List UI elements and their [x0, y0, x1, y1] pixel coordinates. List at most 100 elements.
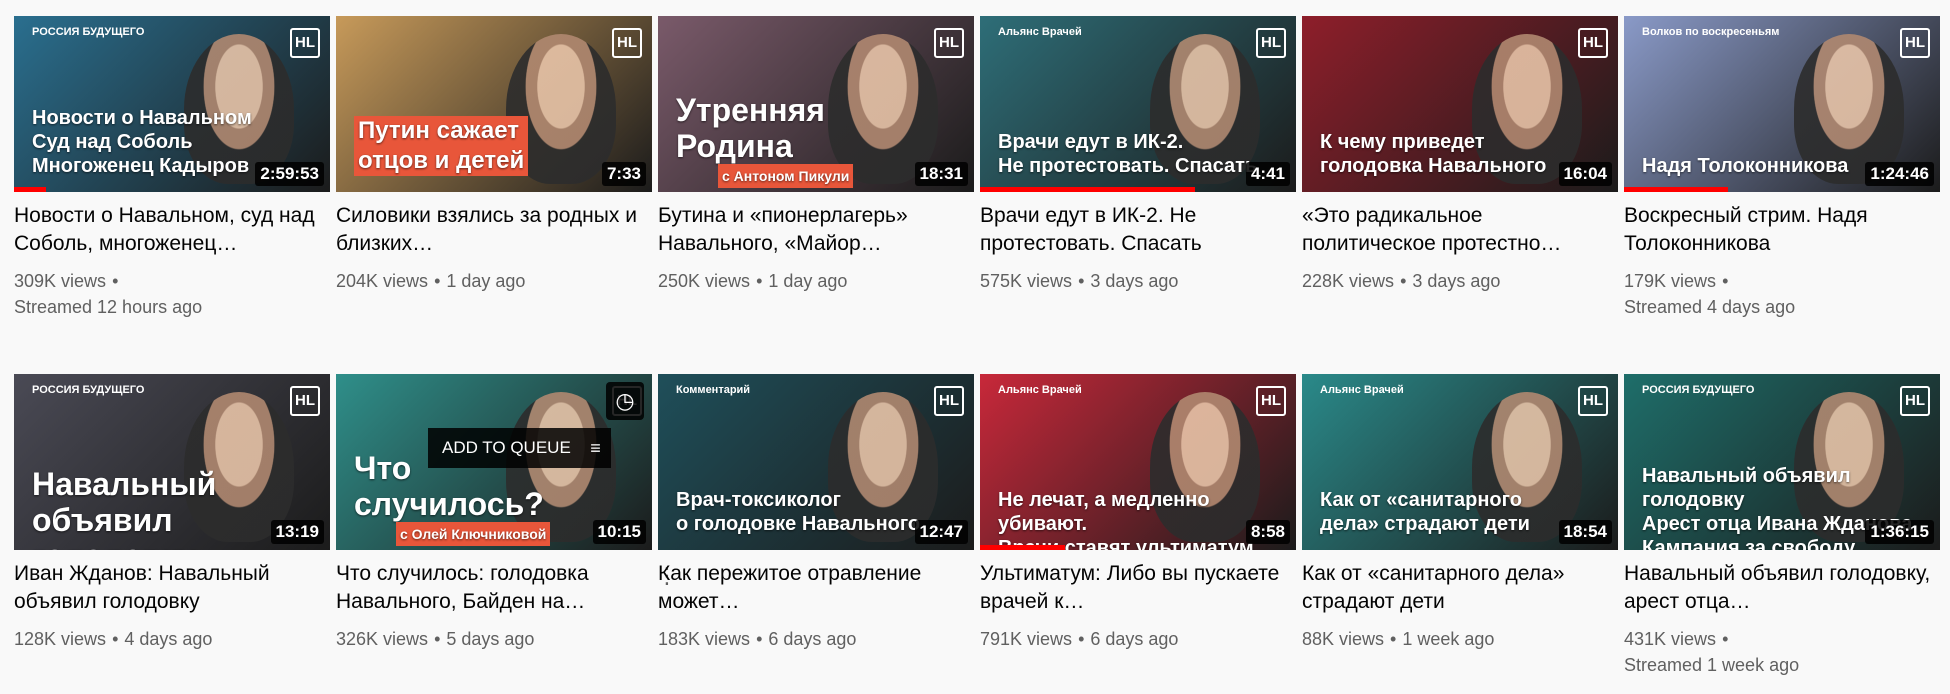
separator-dot: •: [1078, 271, 1085, 291]
thumbnail-tag: Альянс Врачей: [998, 26, 1082, 38]
video-card[interactable]: Комментарий HL Врач-токсиколог о голодовке…: [658, 374, 974, 652]
video-duration-badge: 1:36:15: [1865, 520, 1934, 544]
video-card[interactable]: HL Утренняя Родина с Антоном Пикули 18:31 Бу…: [658, 16, 974, 294]
thumbnail-overlay-text: Врачи едут в ИК-2. Не протестовать. Спас…: [998, 131, 1258, 177]
video-metadata: 326K views • 5 days ago: [336, 626, 652, 652]
video-thumbnail[interactable]: Комментарий HL Врач-токсиколог о голодовке…: [658, 374, 974, 550]
channel-logo-icon: HL: [290, 28, 320, 58]
add-to-queue-label: ADD TO QUEUE: [442, 438, 571, 457]
video-thumbnail[interactable]: Альянс Врачей HL Врачи едут в ИК-2. Не про…: [980, 16, 1296, 192]
video-thumbnail[interactable]: HL Утренняя Родина с Антоном Пикули 18:31: [658, 16, 974, 192]
thumbnail-overlay-text: Новости о Навальном Суд над Соболь Много…: [32, 107, 252, 177]
video-thumbnail[interactable]: РОССИЯ БУДУЩЕГОHLНавальный объявил голод…: [14, 374, 330, 550]
video-card[interactable]: Альянс Врачей HL Врачи едут в ИК-2. Не про…: [980, 16, 1296, 294]
video-card[interactable]: Волков по воскресеньям HL Надя Толоконнико…: [1624, 16, 1940, 320]
video-title[interactable]: Бутина и «пионерлагерь» Навального, «Май…: [658, 202, 974, 258]
video-metadata: 228K views • 3 days ago: [1302, 268, 1618, 294]
video-metadata: 575K views • 3 days ago: [980, 268, 1296, 294]
thumbnail-overlay-text: Путин сажает отцов и детей: [354, 116, 529, 176]
thumbnail-overlay-text: Надя Толоконникова: [1642, 155, 1849, 177]
separator-dot: •: [1722, 629, 1729, 649]
video-duration-badge: 4:41: [1245, 162, 1290, 186]
watch-later-clock-icon[interactable]: ◷: [606, 382, 644, 420]
watch-progress-bar: [980, 187, 1195, 192]
video-card[interactable]: РОССИЯ БУДУЩЕГОHLНавальный объявил голод…: [1624, 374, 1940, 678]
thumbnail-tag: Комментарий: [676, 384, 751, 396]
thumbnail-tag: Волков по воскресеньям: [1642, 26, 1780, 38]
channel-logo-icon: HL: [1256, 386, 1286, 416]
thumbnail-tag: РОССИЯ БУДУЩЕГО: [1642, 384, 1755, 396]
video-title[interactable]: «Это радикальное политическое протестно…: [1302, 202, 1618, 258]
upload-age: 1 day ago: [446, 271, 526, 291]
view-count: 204K views: [336, 271, 429, 291]
video-card[interactable]: HL К чему приведет голодовка Навального 16…: [1302, 16, 1618, 294]
video-thumbnail[interactable]: Волков по воскресеньям HL Надя Толоконнико…: [1624, 16, 1940, 192]
video-duration-badge: 1:24:46: [1865, 162, 1934, 186]
video-title[interactable]: Как от «санитарного дела» страдают дети: [1302, 560, 1618, 616]
video-card[interactable]: РОССИЯ БУДУЩЕГО HL Новости о Навальном Суд…: [14, 16, 330, 320]
thumbnail-subtitle: с Антоном Пикули: [718, 164, 854, 188]
queue-list-icon: ≡: [590, 438, 601, 458]
video-title[interactable]: Навальный объявил голодовку, арест отца…: [1624, 560, 1940, 616]
view-count: 309K views: [14, 271, 107, 291]
video-duration-badge: 13:19: [270, 520, 324, 544]
video-metadata: 309K views • Streamed 12 hours ago: [14, 268, 330, 320]
watch-progress-bar: [1624, 187, 1729, 192]
watch-progress-bar: [14, 187, 46, 192]
video-metadata: 250K views • 1 day ago: [658, 268, 974, 294]
thumbnail-overlay-text: Как от «санитарного дела» страдают дети: [1320, 489, 1530, 535]
video-title[interactable]: Врачи едут в ИК-2. Не протестовать. Спас…: [980, 202, 1296, 258]
separator-dot: •: [434, 629, 441, 649]
video-thumbnail[interactable]: Альянс Врачей HL Не лечат, а медленно убив…: [980, 374, 1296, 550]
video-card[interactable]: РОССИЯ БУДУЩЕГОHLНавальный объявил голод…: [14, 374, 330, 652]
video-thumbnail[interactable]: РОССИЯ БУДУЩЕГО HL Новости о Навальном Суд…: [14, 16, 330, 192]
video-duration-badge: 2:59:53: [255, 162, 324, 186]
view-count: 431K views: [1624, 629, 1717, 649]
channel-logo-icon: HL: [934, 386, 964, 416]
thumbnail-overlay-text: К чему приведет голодовка Навального: [1320, 131, 1547, 177]
video-title[interactable]: Воскресный стрим. Надя Толоконникова: [1624, 202, 1940, 258]
separator-dot: •: [1078, 629, 1085, 649]
video-duration-badge: 18:31: [914, 162, 968, 186]
upload-age: 3 days ago: [1090, 271, 1179, 291]
video-duration-badge: 8:58: [1245, 520, 1290, 544]
video-title[interactable]: Иван Жданов: Навальный объявил голодовку: [14, 560, 330, 616]
video-card[interactable]: HL Путин сажает отцов и детей 7:33 Силовики…: [336, 16, 652, 294]
add-to-queue-button[interactable]: ADD TO QUEUE ≡: [428, 428, 611, 468]
video-thumbnail[interactable]: HL К чему приведет голодовка Навального 16…: [1302, 16, 1618, 192]
video-duration-badge: 16:04: [1558, 162, 1612, 186]
channel-logo-icon: HL: [1578, 28, 1608, 58]
video-card[interactable]: Альянс Врачей HL Как от «санитарного дела»…: [1302, 374, 1618, 652]
channel-logo-icon: HL: [1900, 28, 1930, 58]
thumbnail-tag: Альянс Врачей: [998, 384, 1082, 396]
upload-age: Streamed 12 hours ago: [14, 297, 203, 317]
separator-dot: •: [434, 271, 441, 291]
video-duration-badge: 10:15: [592, 520, 646, 544]
video-duration-badge: 12:47: [914, 520, 968, 544]
video-thumbnail[interactable]: Альянс Врачей HL Как от «санитарного дела»…: [1302, 374, 1618, 550]
view-count: 575K views: [980, 271, 1073, 291]
upload-age: Streamed 4 days ago: [1624, 297, 1796, 317]
separator-dot: •: [1390, 629, 1397, 649]
video-thumbnail[interactable]: РОССИЯ БУДУЩЕГОHLНавальный объявил голод…: [1624, 374, 1940, 550]
video-metadata: 179K views • Streamed 4 days ago: [1624, 268, 1940, 320]
video-thumbnail[interactable]: HLЧто случилось?с Олей КлючниковойADD TO…: [336, 374, 652, 550]
video-thumbnail[interactable]: HL Путин сажает отцов и детей 7:33: [336, 16, 652, 192]
video-card[interactable]: Альянс Врачей HL Не лечат, а медленно убив…: [980, 374, 1296, 652]
channel-logo-icon: HL: [1578, 386, 1608, 416]
video-metadata: 204K views • 1 day ago: [336, 268, 652, 294]
video-title[interactable]: Как пережитое отравление может…: [658, 560, 974, 616]
thumbnail-tag: РОССИЯ БУДУЩЕГО: [32, 26, 145, 38]
video-card[interactable]: HLЧто случилось?с Олей КлючниковойADD TO…: [336, 374, 678, 652]
video-title[interactable]: Ультиматум: Либо вы пускаете врачей к…: [980, 560, 1296, 616]
separator-dot: •: [112, 271, 119, 291]
separator-dot: •: [756, 629, 763, 649]
video-metadata: 88K views • 1 week ago: [1302, 626, 1618, 652]
video-title[interactable]: Силовики взялись за родных и близких…: [336, 202, 652, 258]
upload-age: 1 week ago: [1402, 629, 1495, 649]
upload-age: 5 days ago: [446, 629, 535, 649]
video-title[interactable]: Что случилось: голодовка Навального, Бай…: [336, 560, 652, 616]
video-title[interactable]: Новости о Навальном, суд над Соболь, мно…: [14, 202, 330, 258]
video-metadata: 431K views • Streamed 1 week ago: [1624, 626, 1940, 678]
thumbnail-tag: РОССИЯ БУДУЩЕГО: [32, 384, 145, 396]
